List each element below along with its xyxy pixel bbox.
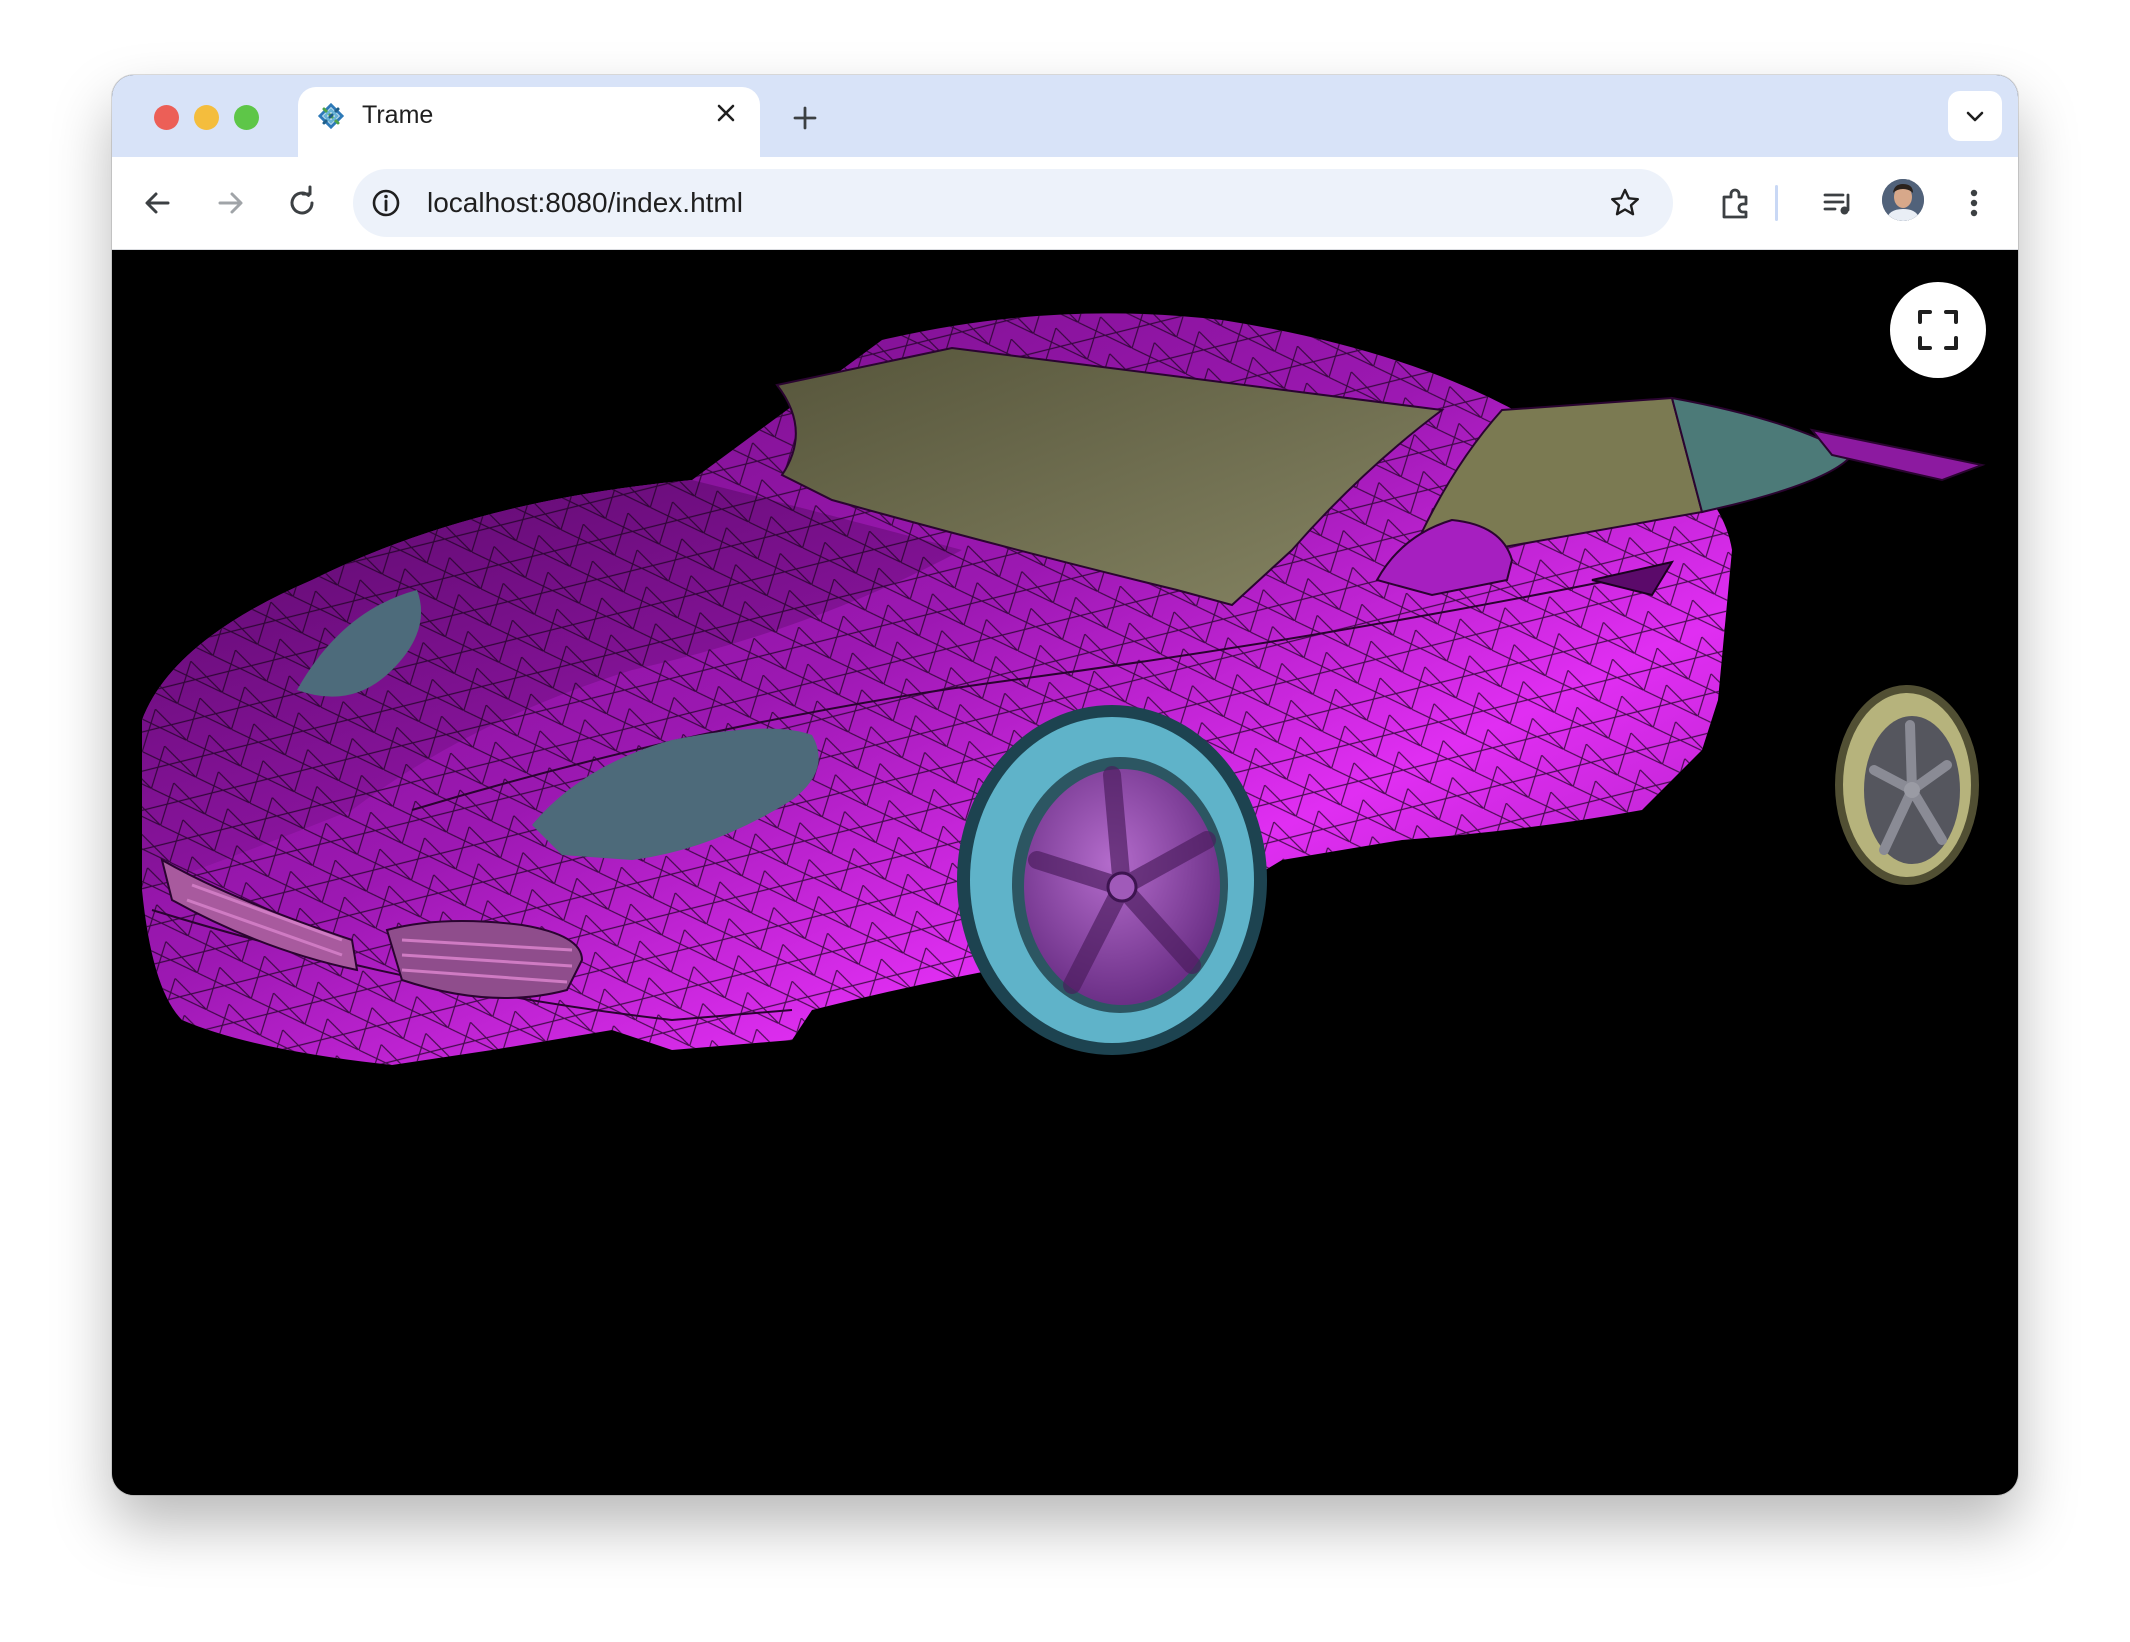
front-wheel — [957, 705, 1267, 1055]
rear-window — [1670, 396, 1854, 514]
kebab-menu-icon[interactable] — [1954, 183, 1994, 223]
star-icon[interactable] — [1607, 185, 1643, 221]
zoom-window-button[interactable] — [234, 105, 259, 130]
fullscreen-button[interactable] — [1890, 282, 1986, 378]
profile-photo — [1882, 179, 1924, 221]
tab-trame[interactable]: Trame — [298, 87, 760, 159]
tab-title: Trame — [362, 101, 434, 129]
media-controls-icon[interactable] — [1818, 183, 1858, 223]
trame-logo-icon — [317, 102, 345, 130]
car-model[interactable] — [112, 250, 2018, 1495]
rear-wheel — [1835, 685, 1979, 885]
puzzle-icon[interactable] — [1716, 183, 1756, 223]
browser-window: Trame localhost:8080/index.html — [112, 75, 2018, 1495]
address-bar[interactable]: localhost:8080/index.html — [353, 169, 1673, 237]
toolbar-divider — [1775, 185, 1778, 221]
browser-toolbar: localhost:8080/index.html — [112, 157, 2018, 250]
reload-icon[interactable] — [282, 183, 322, 223]
plus-icon[interactable] — [788, 101, 822, 135]
arrow-left-icon[interactable] — [138, 183, 178, 223]
close-window-button[interactable] — [154, 105, 179, 130]
minimize-window-button[interactable] — [194, 105, 219, 130]
tab-strip: Trame — [112, 75, 2018, 159]
chevron-down-icon — [1966, 111, 1984, 122]
close-tab-icon[interactable] — [710, 97, 742, 129]
fullscreen-icon — [1918, 310, 1958, 350]
render-viewport[interactable] — [112, 250, 2018, 1495]
avatar[interactable] — [1882, 179, 1924, 221]
arrow-right-icon[interactable] — [210, 183, 250, 223]
url-text[interactable]: localhost:8080/index.html — [427, 187, 743, 219]
tab-search-button[interactable] — [1948, 91, 2002, 141]
rear-spoiler — [1809, 428, 1986, 482]
info-icon[interactable] — [369, 186, 403, 220]
